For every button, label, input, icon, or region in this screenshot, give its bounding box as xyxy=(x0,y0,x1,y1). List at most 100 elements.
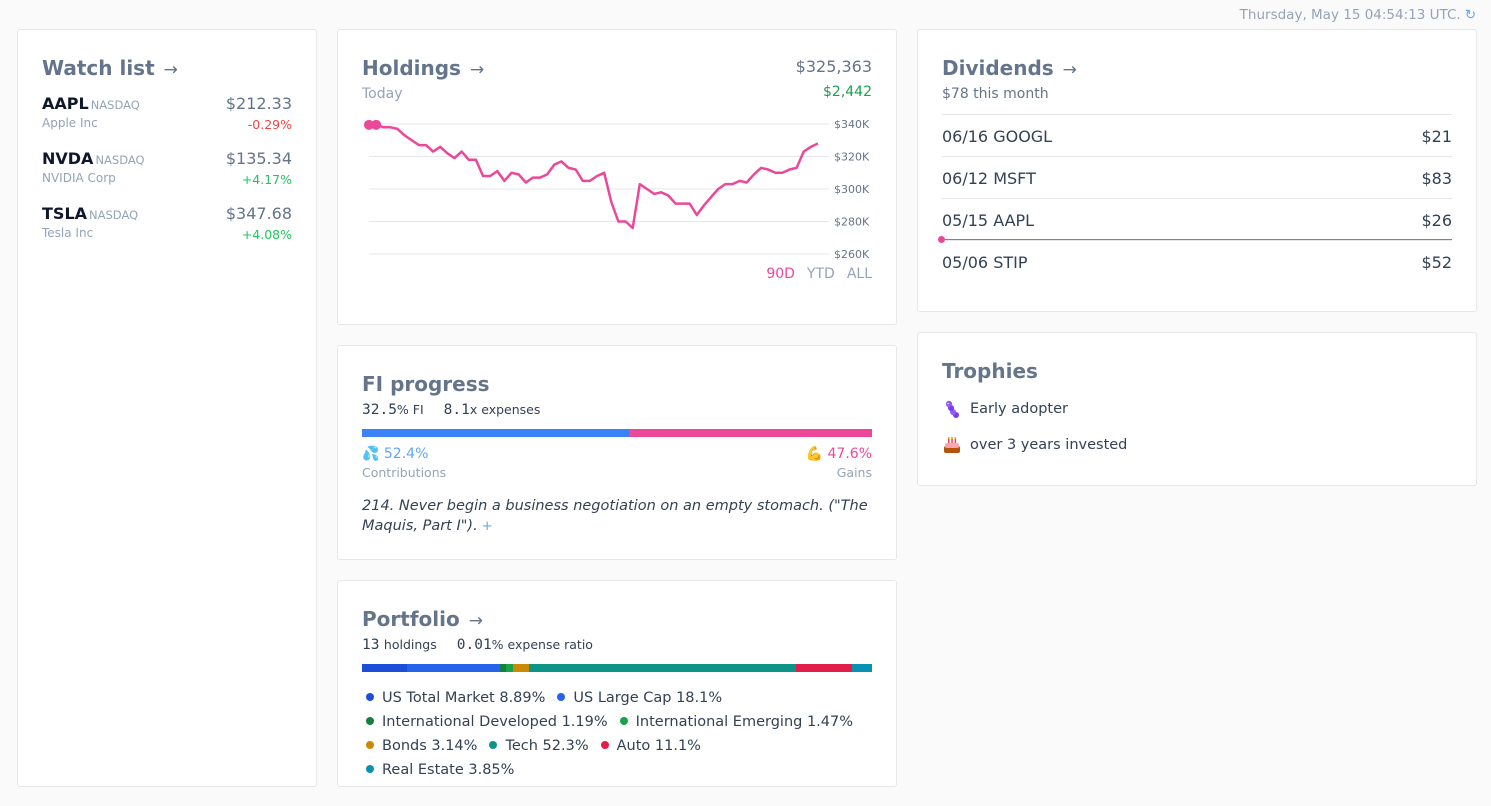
trophies-title: Trophies xyxy=(942,359,1038,383)
dividend-amount: $26 xyxy=(1421,211,1452,230)
fi-progress-card: FI progress 32.5% FI 8.1x expenses 💦 52.4… xyxy=(337,345,897,560)
legend-dot-icon xyxy=(600,741,609,749)
holdings-count-label: holdings xyxy=(383,637,437,652)
allocation-legend-item: International Developed 1.19% xyxy=(362,710,608,734)
dividends-card: Dividends → $78 this month 06/16 GOOGL $2… xyxy=(917,29,1477,312)
legend-dot-icon xyxy=(619,717,628,725)
holdings-line-chart: $340K $320K $300K $280K $260K xyxy=(364,118,870,261)
watchlist-items: AAPL NASDAQ Apple Inc $212.33 -0.29% NVDA… xyxy=(42,94,292,259)
allocation-bar-segment xyxy=(529,664,796,672)
dividends-title[interactable]: Dividends → xyxy=(942,56,1452,80)
allocation-bar-segment xyxy=(852,664,872,672)
contributions-percent: 52.4% xyxy=(383,446,429,462)
arrow-right-icon[interactable]: → xyxy=(469,611,483,631)
more-quote-button[interactable]: + xyxy=(482,519,493,534)
allocation-legend-item: Auto 11.1% xyxy=(597,734,701,758)
portfolio-title-text[interactable]: Portfolio xyxy=(362,607,460,631)
trophies-card: Trophies Early adopter over 3 years inve… xyxy=(917,332,1477,486)
arrow-right-icon[interactable]: → xyxy=(1063,60,1077,80)
allocation-bar-segment xyxy=(505,664,514,672)
dividends-title-text[interactable]: Dividends xyxy=(942,56,1054,80)
allocation-label: International Emerging 1.47% xyxy=(635,714,854,730)
allocation-label: Bonds 3.14% xyxy=(382,738,478,754)
allocation-label: Tech 52.3% xyxy=(505,738,589,754)
gains-bar-segment xyxy=(629,429,872,437)
range-tab-all[interactable]: ALL xyxy=(847,266,872,282)
watchlist-title-text[interactable]: Watch list xyxy=(42,56,155,80)
refresh-icon[interactable]: ↻ xyxy=(1465,7,1476,23)
exchange-label: NASDAQ xyxy=(95,153,145,167)
quote-text: 214. Never begin a business negotiation … xyxy=(362,498,868,534)
caterpillar-icon xyxy=(945,400,959,418)
ticker-symbol[interactable]: TSLA xyxy=(42,204,87,223)
dividend-row: 06/16 GOOGL $21 xyxy=(942,114,1452,156)
allocation-legend-item: Bonds 3.14% xyxy=(362,734,477,758)
allocation-bar xyxy=(362,664,872,672)
fi-legend: 💦 52.4% Contributions 💪 47.6% Gains xyxy=(362,446,872,486)
allocation-bar-segment xyxy=(407,664,500,672)
holdings-title-text[interactable]: Holdings xyxy=(362,56,461,80)
allocation-bar-segment xyxy=(362,664,408,672)
arrow-right-icon[interactable]: → xyxy=(164,60,178,80)
price: $212.33 xyxy=(225,94,292,113)
watchlist-item[interactable]: TSLA NASDAQ Tesla Inc $347.68 +4.08% xyxy=(42,204,292,259)
dividend-amount: $83 xyxy=(1421,169,1452,188)
holdings-card: Holdings → $325,363 Today $2,442 $340K $3… xyxy=(337,29,897,325)
price: $135.34 xyxy=(225,149,292,168)
range-tab-ytd[interactable]: YTD xyxy=(807,266,835,282)
exchange-label: NASDAQ xyxy=(89,208,139,222)
price-change: -0.29% xyxy=(247,117,292,132)
legend-dot-icon xyxy=(489,741,498,749)
contributions-label: Contributions xyxy=(362,465,447,480)
y-tick-label: $320K xyxy=(834,151,870,164)
timestamp-text: Thursday, May 15 04:54:13 UTC. xyxy=(1239,7,1461,23)
watchlist-title[interactable]: Watch list → xyxy=(42,56,292,80)
data-point xyxy=(371,119,382,130)
gains-label: Gains xyxy=(836,465,872,480)
flexed-biceps-icon: 💪 xyxy=(805,446,824,462)
ticker-symbol[interactable]: AAPL xyxy=(42,94,89,113)
arrow-right-icon[interactable]: → xyxy=(470,60,484,80)
dividend-label: 06/12 MSFT xyxy=(942,169,1036,188)
today-marker-dot xyxy=(938,236,945,243)
trophy-label: over 3 years invested xyxy=(970,437,1128,453)
dividend-label: 05/15 AAPL xyxy=(942,211,1035,230)
range-tab-90d[interactable]: 90D xyxy=(766,266,795,282)
y-tick-label: $340K xyxy=(834,118,870,131)
contributions-bar-segment xyxy=(362,429,630,437)
dividend-label: 06/16 GOOGL xyxy=(942,127,1053,146)
holdings-gain: $2,442 xyxy=(823,84,872,100)
dividend-row: 05/15 AAPL $26 xyxy=(942,198,1452,240)
price-change: +4.08% xyxy=(241,227,292,242)
price: $347.68 xyxy=(225,204,292,223)
dividend-amount: $52 xyxy=(1421,253,1452,272)
portfolio-title[interactable]: Portfolio → xyxy=(362,607,872,631)
trophy-label: Early adopter xyxy=(970,401,1068,417)
ticker-symbol[interactable]: NVDA xyxy=(42,149,93,168)
y-tick-label: $260K xyxy=(834,248,870,261)
watchlist-item[interactable]: NVDA NASDAQ NVIDIA Corp $135.34 +4.17% xyxy=(42,149,292,204)
y-tick-label: $280K xyxy=(834,216,870,229)
fi-percent-unit: % FI xyxy=(396,402,424,417)
allocation-label: US Large Cap 18.1% xyxy=(573,690,723,706)
fi-progress-title: FI progress xyxy=(362,372,490,396)
sweat-droplets-icon: 💦 xyxy=(362,446,380,462)
allocation-legend-item: Tech 52.3% xyxy=(485,734,589,758)
y-tick-label: $300K xyxy=(834,183,870,196)
holdings-count: 13 xyxy=(362,637,380,653)
holdings-period-label: Today xyxy=(362,86,403,102)
holdings-series-line xyxy=(369,123,819,230)
price-change: +4.17% xyxy=(241,172,292,187)
watchlist-item[interactable]: AAPL NASDAQ Apple Inc $212.33 -0.29% xyxy=(42,94,292,149)
allocation-label: Real Estate 3.85% xyxy=(382,762,515,778)
legend-dot-icon xyxy=(366,765,374,773)
allocation-legend-item: Real Estate 3.85% xyxy=(362,758,514,782)
quote: 214. Never begin a business negotiation … xyxy=(362,496,872,537)
legend-dot-icon xyxy=(366,717,374,725)
dividend-amount: $21 xyxy=(1421,127,1452,146)
allocation-bar-segment xyxy=(795,664,853,672)
fi-progress-bar xyxy=(362,429,872,437)
birthday-cake-icon xyxy=(944,437,960,453)
fi-percent: 32.5 xyxy=(362,402,397,418)
holdings-value: $325,363 xyxy=(795,57,872,76)
